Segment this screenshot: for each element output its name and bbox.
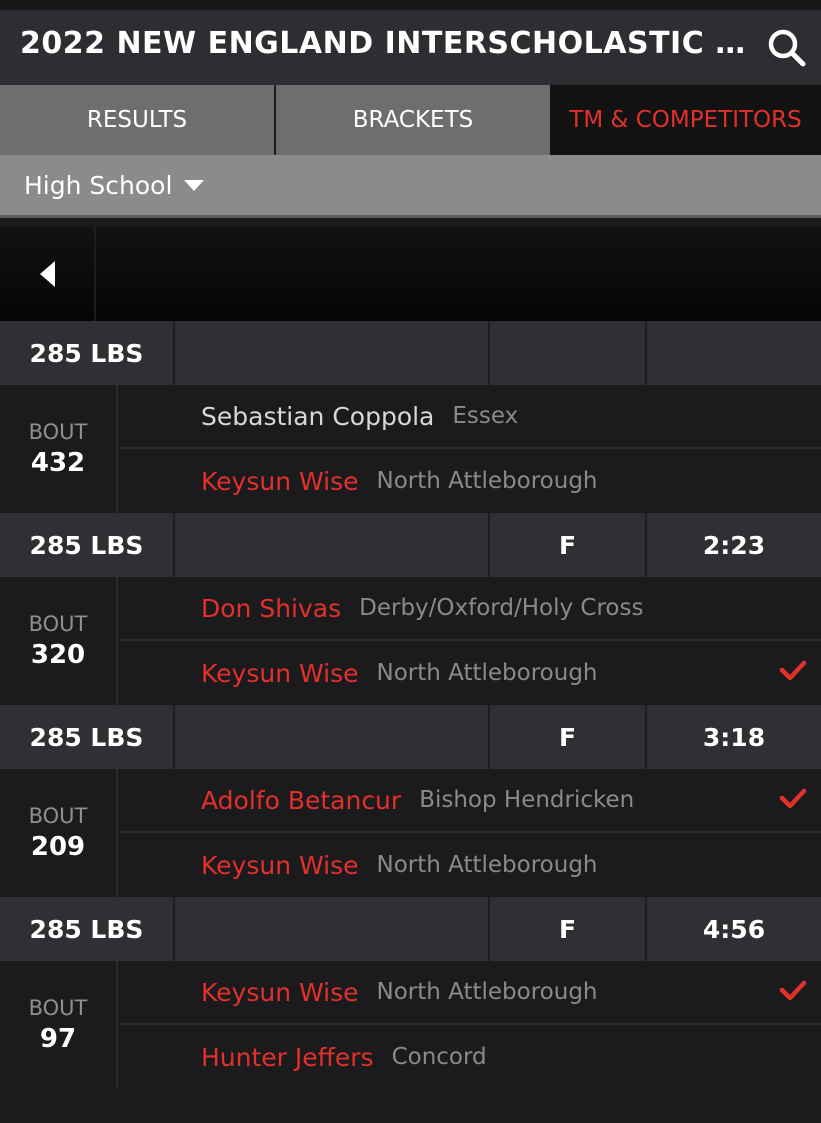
tab-tm-competitors[interactable]: TM & COMPETITORS xyxy=(550,85,821,155)
winner-check-icon xyxy=(779,788,807,809)
wrestler-row[interactable]: Keysun Wise North Attleborough xyxy=(120,449,821,513)
weight-class: 285 LBS xyxy=(0,897,175,961)
match-header: 285 LBS F 3:18 xyxy=(0,705,821,769)
wrestler-team: North Attleborough xyxy=(376,468,598,494)
wrestler-row[interactable]: Adolfo Betancur Bishop Hendricken xyxy=(120,769,821,833)
match-header: 285 LBS F 2:23 xyxy=(0,513,821,577)
wrestler-team: North Attleborough xyxy=(376,979,598,1005)
wrestler-name[interactable]: Keysun Wise xyxy=(201,467,359,496)
wrestler-row[interactable]: Don Shivas Derby/Oxford/Holy Cross xyxy=(120,577,821,641)
sub-nav-bar xyxy=(0,226,821,321)
winner-check-icon xyxy=(779,660,807,681)
wrestler-team: Bishop Hendricken xyxy=(419,787,635,813)
wrestler-name[interactable]: Sebastian Coppola xyxy=(201,402,434,431)
result-type: F xyxy=(490,513,647,577)
match-time: 2:23 xyxy=(702,530,766,560)
match-list: 285 LBS BOUT 432 Sebastian Coppola Essex Keys… xyxy=(0,321,821,1089)
wrestler-row[interactable]: Keysun Wise North Attleborough xyxy=(120,833,821,897)
match-header: 285 LBS xyxy=(0,321,821,385)
header-spacer xyxy=(175,321,490,385)
division-dropdown-label: High School xyxy=(24,170,173,200)
header-spacer xyxy=(175,513,490,577)
bout-label: BOUT xyxy=(28,804,88,828)
wrestler-row[interactable]: Keysun Wise North Attleborough xyxy=(120,641,821,705)
search-icon[interactable] xyxy=(767,28,807,68)
bout-label: BOUT xyxy=(28,420,88,444)
bout-info: BOUT 209 xyxy=(0,769,118,897)
tab-bar: RESULTS BRACKETS TM & COMPETITORS xyxy=(0,85,821,155)
divider xyxy=(0,218,821,226)
wrestler-name[interactable]: Keysun Wise xyxy=(201,659,359,688)
match-header: 285 LBS F 4:56 xyxy=(0,897,821,961)
bout-number: 209 xyxy=(30,832,86,862)
match-row[interactable]: BOUT 209 Adolfo Betancur Bishop Hendricken K… xyxy=(0,769,821,897)
tab-results[interactable]: RESULTS xyxy=(0,85,274,155)
match-row[interactable]: BOUT 97 Keysun Wise North Attleborough Hunte… xyxy=(0,961,821,1089)
wrestler-row[interactable]: Keysun Wise North Attleborough xyxy=(120,961,821,1025)
wrestler-team: North Attleborough xyxy=(376,852,598,878)
header-spacer xyxy=(175,897,490,961)
bout-number: 432 xyxy=(30,448,86,478)
bout-number: 320 xyxy=(30,640,86,670)
wrestler-name[interactable]: Don Shivas xyxy=(201,594,341,623)
wrestler-name[interactable]: Hunter Jeffers xyxy=(201,1043,374,1072)
wrestler-team: North Attleborough xyxy=(376,660,598,686)
division-dropdown[interactable]: High School xyxy=(0,155,821,218)
bout-label: BOUT xyxy=(28,612,88,636)
weight-class: 285 LBS xyxy=(0,513,175,577)
result-type: F xyxy=(490,897,647,961)
caret-down-icon xyxy=(184,179,205,191)
back-button[interactable] xyxy=(0,226,96,321)
bout-info: BOUT 320 xyxy=(0,577,118,705)
header-spacer xyxy=(175,705,490,769)
wrestler-team: Concord xyxy=(391,1044,487,1070)
wrestler-team: Derby/Oxford/Holy Cross xyxy=(359,595,644,621)
wrestler-row[interactable]: Hunter Jeffers Concord xyxy=(120,1025,821,1089)
tab-brackets[interactable]: BRACKETS xyxy=(276,85,550,155)
bout-label: BOUT xyxy=(28,996,88,1020)
app-header: 2022 NEW ENGLAND INTERSCHOLASTIC W... xyxy=(0,0,821,85)
bout-number: 97 xyxy=(39,1024,77,1054)
bout-info: BOUT 97 xyxy=(0,961,118,1089)
weight-class: 285 LBS xyxy=(0,705,175,769)
weight-class: 285 LBS xyxy=(0,321,175,385)
match-time: 3:18 xyxy=(702,722,766,752)
event-title: 2022 NEW ENGLAND INTERSCHOLASTIC W... xyxy=(20,26,750,61)
wrestler-name[interactable]: Keysun Wise xyxy=(201,851,359,880)
wrestler-team: Essex xyxy=(452,403,519,429)
winner-check-icon xyxy=(779,980,807,1001)
back-arrow-icon xyxy=(39,260,55,287)
match-time xyxy=(647,321,821,385)
match-row[interactable]: BOUT 432 Sebastian Coppola Essex Keysun Wise… xyxy=(0,385,821,513)
result-type xyxy=(490,321,647,385)
wrestler-name[interactable]: Adolfo Betancur xyxy=(201,786,401,815)
match-row[interactable]: BOUT 320 Don Shivas Derby/Oxford/Holy Cross… xyxy=(0,577,821,705)
match-time: 4:56 xyxy=(702,914,766,944)
bout-info: BOUT 432 xyxy=(0,385,118,513)
wrestler-name[interactable]: Keysun Wise xyxy=(201,978,359,1007)
wrestler-row[interactable]: Sebastian Coppola Essex xyxy=(120,385,821,449)
result-type: F xyxy=(490,705,647,769)
